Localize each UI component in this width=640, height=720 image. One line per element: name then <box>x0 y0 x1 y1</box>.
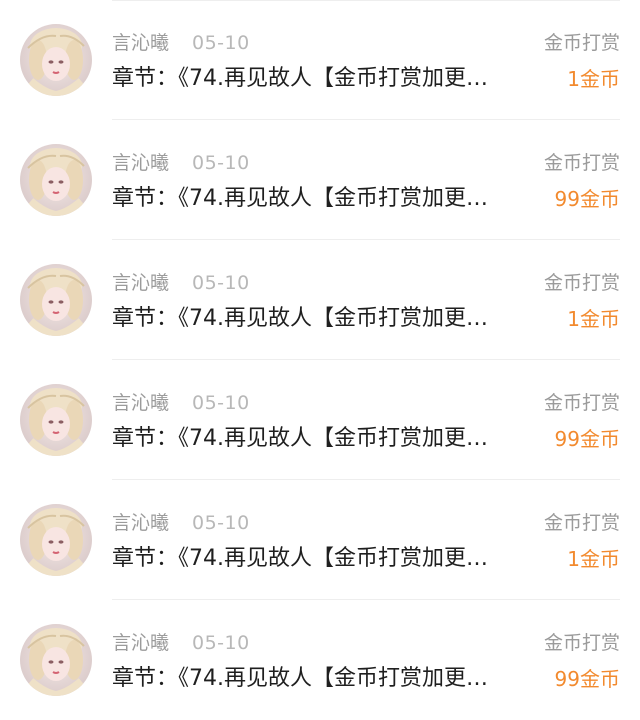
user-avatar-icon[interactable] <box>20 264 92 336</box>
record-type: 金币打赏 <box>543 512 620 534</box>
record-row[interactable]: 言沁曦 05-10 金币打赏 章节：《74.再见故人【金币打赏加更… 1金币 <box>0 0 640 120</box>
record-date: 05-10 <box>192 512 250 534</box>
user-avatar-icon[interactable] <box>20 24 92 96</box>
record-row[interactable]: 言沁曦 05-10 金币打赏 章节：《74.再见故人【金币打赏加更… 99金币 <box>0 120 640 240</box>
record-type: 金币打赏 <box>543 632 620 654</box>
record-date: 05-10 <box>192 32 250 54</box>
record-date: 05-10 <box>192 632 250 654</box>
chapter-title[interactable]: 章节：《74.再见故人【金币打赏加更… <box>112 664 542 694</box>
reward-amount: 1金币 <box>567 307 620 331</box>
record-type: 金币打赏 <box>543 392 620 414</box>
record-row[interactable]: 言沁曦 05-10 金币打赏 章节：《74.再见故人【金币打赏加更… 1金币 <box>0 480 640 600</box>
user-name[interactable]: 言沁曦 <box>112 630 169 656</box>
reward-amount: 1金币 <box>567 67 620 91</box>
user-name[interactable]: 言沁曦 <box>112 510 169 536</box>
chapter-title[interactable]: 章节：《74.再见故人【金币打赏加更… <box>112 64 542 94</box>
user-name[interactable]: 言沁曦 <box>112 270 169 296</box>
record-type: 金币打赏 <box>543 272 620 294</box>
record-row[interactable]: 言沁曦 05-10 金币打赏 章节：《74.再见故人【金币打赏加更… 99金币 <box>0 600 640 720</box>
chapter-title[interactable]: 章节：《74.再见故人【金币打赏加更… <box>112 184 542 214</box>
record-row[interactable]: 言沁曦 05-10 金币打赏 章节：《74.再见故人【金币打赏加更… 1金币 <box>0 240 640 360</box>
record-date: 05-10 <box>192 152 250 174</box>
chapter-title[interactable]: 章节：《74.再见故人【金币打赏加更… <box>112 544 542 574</box>
user-name[interactable]: 言沁曦 <box>112 150 169 176</box>
reward-amount: 99金币 <box>554 667 620 691</box>
user-avatar-icon[interactable] <box>20 384 92 456</box>
record-type: 金币打赏 <box>543 32 620 54</box>
user-avatar-icon[interactable] <box>20 144 92 216</box>
record-date: 05-10 <box>192 392 250 414</box>
record-row[interactable]: 言沁曦 05-10 金币打赏 章节：《74.再见故人【金币打赏加更… 99金币 <box>0 360 640 480</box>
chapter-title[interactable]: 章节：《74.再见故人【金币打赏加更… <box>112 304 542 334</box>
user-name[interactable]: 言沁曦 <box>112 30 169 56</box>
user-avatar-icon[interactable] <box>20 504 92 576</box>
reward-amount: 99金币 <box>554 427 620 451</box>
record-type: 金币打赏 <box>543 152 620 174</box>
record-date: 05-10 <box>192 272 250 294</box>
user-name[interactable]: 言沁曦 <box>112 390 169 416</box>
reward-amount: 1金币 <box>567 547 620 571</box>
chapter-title[interactable]: 章节：《74.再见故人【金币打赏加更… <box>112 424 542 454</box>
user-avatar-icon[interactable] <box>20 624 92 696</box>
reward-amount: 99金币 <box>554 187 620 211</box>
